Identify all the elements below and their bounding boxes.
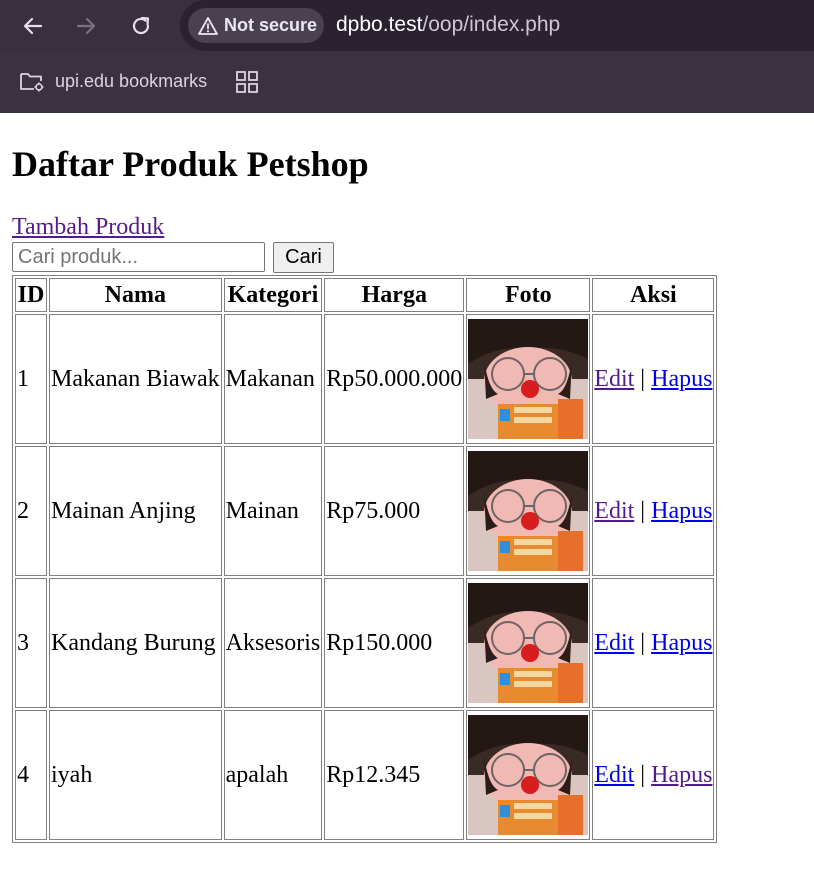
product-photo — [468, 583, 589, 703]
arrow-left-icon — [23, 17, 43, 35]
cell-aksi: Edit | Hapus — [592, 314, 715, 444]
page-title: Daftar Produk Petshop — [12, 144, 369, 184]
action-separator: | — [640, 629, 646, 656]
delete-link[interactable]: Hapus — [651, 366, 712, 392]
search-input[interactable] — [12, 242, 265, 272]
arrow-right-icon — [76, 17, 96, 35]
header-id: ID — [15, 278, 47, 312]
delete-link[interactable]: Hapus — [651, 630, 712, 656]
action-separator: | — [640, 761, 646, 788]
header-nama: Nama — [49, 278, 222, 312]
action-separator: | — [640, 497, 646, 524]
cell-nama: Makanan Biawak — [49, 314, 222, 444]
add-product-link[interactable]: Tambah Produk — [12, 214, 164, 241]
security-label: Not secure — [224, 15, 318, 35]
action-separator: | — [640, 365, 646, 392]
edit-link[interactable]: Edit — [594, 366, 634, 392]
cell-nama: Kandang Burung — [49, 578, 222, 708]
product-photo — [468, 715, 589, 835]
url-path: /oop/index.php — [422, 13, 561, 36]
cell-foto — [466, 710, 591, 840]
security-chip[interactable]: Not secure — [188, 8, 324, 43]
cell-id: 2 — [15, 446, 47, 576]
table-row: 2 Mainan Anjing Mainan Rp75.000 Edit | H… — [15, 446, 715, 576]
header-foto: Foto — [466, 278, 591, 312]
cell-id: 3 — [15, 578, 47, 708]
cell-harga: Rp75.000 — [324, 446, 465, 576]
apps-grid-icon — [236, 71, 258, 93]
cell-aksi: Edit | Hapus — [592, 710, 715, 840]
reload-icon — [132, 16, 150, 35]
table-row: 3 Kandang Burung Aksesoris Rp150.000 Edi… — [15, 578, 715, 708]
cell-aksi: Edit | Hapus — [592, 578, 715, 708]
edit-link[interactable]: Edit — [594, 630, 634, 656]
forward-button[interactable] — [70, 10, 102, 42]
delete-link[interactable]: Hapus — [651, 498, 712, 524]
bookmark-folder-label: upi.edu bookmarks — [55, 70, 208, 91]
table-row: 4 iyah apalah Rp12.345 Edit | Hapus — [15, 710, 715, 840]
reload-button[interactable] — [125, 10, 157, 42]
cell-id: 1 — [15, 314, 47, 444]
bookmark-folder[interactable]: upi.edu bookmarks — [19, 69, 207, 93]
url-host: dpbo.test — [336, 13, 423, 36]
cell-id: 4 — [15, 710, 47, 840]
product-photo — [468, 319, 589, 439]
warning-icon — [198, 16, 218, 36]
search-button[interactable]: Cari — [273, 242, 334, 273]
cell-nama: iyah — [49, 710, 222, 840]
table-row: 1 Makanan Biawak Makanan Rp50.000.000 Ed… — [15, 314, 715, 444]
header-kategori: Kategori — [223, 278, 323, 312]
product-photo — [468, 451, 589, 571]
bookmarks-bar: upi.edu bookmarks — [0, 51, 814, 113]
edit-link[interactable]: Edit — [594, 762, 634, 788]
browser-chrome: Not secure dpbo.test/oop/index.php upi.e… — [0, 0, 814, 113]
header-aksi: Aksi — [592, 278, 715, 312]
apps-button[interactable] — [234, 69, 260, 95]
cell-harga: Rp150.000 — [324, 578, 465, 708]
cell-nama: Mainan Anjing — [49, 446, 222, 576]
cell-foto — [466, 314, 591, 444]
header-harga: Harga — [324, 278, 465, 312]
back-button[interactable] — [17, 10, 49, 42]
cell-kategori: Aksesoris — [223, 578, 323, 708]
cell-harga: Rp50.000.000 — [324, 314, 465, 444]
cell-kategori: apalah — [223, 710, 323, 840]
cell-foto — [466, 446, 591, 576]
cell-foto — [466, 578, 591, 708]
browser-toolbar: Not secure dpbo.test/oop/index.php — [0, 0, 814, 51]
managed-folder-icon — [20, 73, 44, 92]
cell-harga: Rp12.345 — [324, 710, 465, 840]
cell-aksi: Edit | Hapus — [592, 446, 715, 576]
product-table: ID Nama Kategori Harga Foto Aksi 1 Makan… — [12, 275, 718, 843]
edit-link[interactable]: Edit — [594, 498, 634, 524]
delete-link[interactable]: Hapus — [651, 762, 712, 788]
page-content: Daftar Produk Petshop Tambah Produk Cari… — [0, 113, 814, 893]
cell-kategori: Makanan — [223, 314, 323, 444]
cell-kategori: Mainan — [223, 446, 323, 576]
table-header-row: ID Nama Kategori Harga Foto Aksi — [15, 278, 715, 312]
url-text[interactable]: dpbo.test/oop/index.php — [336, 13, 560, 37]
